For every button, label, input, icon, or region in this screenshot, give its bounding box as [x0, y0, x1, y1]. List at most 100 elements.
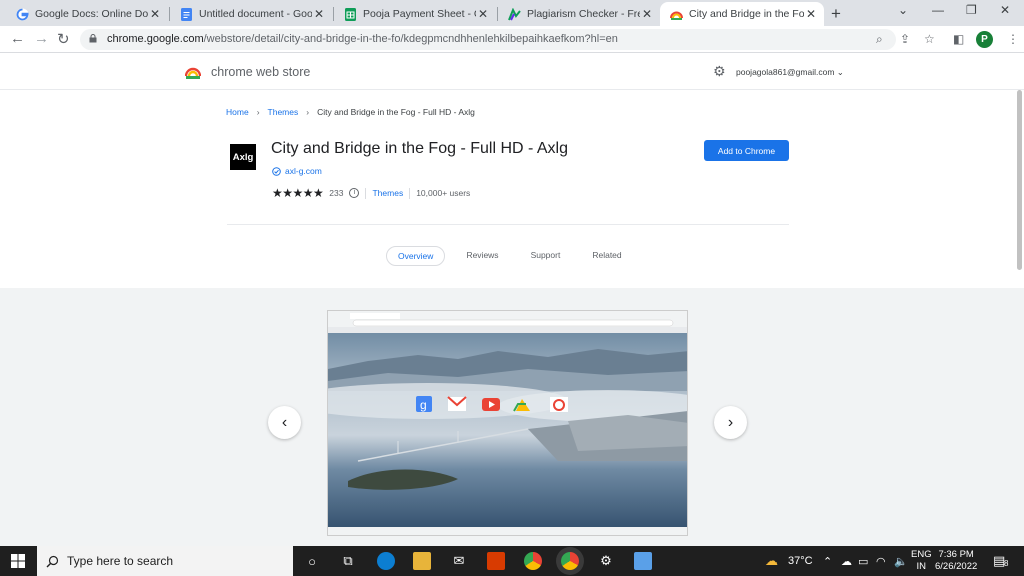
address-bar[interactable]: chrome.google.com/webstore/detail/city-a… — [80, 29, 896, 50]
url-host: chrome.google.com — [107, 33, 204, 45]
chevron-right-icon: › — [256, 107, 260, 117]
temperature[interactable]: 37°C — [788, 555, 813, 567]
tab-google-docs[interactable]: Google Docs: Online Docume ✕ — [6, 2, 168, 26]
edge-icon[interactable] — [377, 552, 395, 570]
chevron-right-icon: › — [306, 107, 310, 117]
store-name[interactable]: chrome web store — [211, 65, 310, 79]
divider — [409, 187, 411, 199]
add-to-chrome-button[interactable]: Add to Chrome — [704, 140, 789, 161]
tab-title: Plagiarism Checker - Free & — [527, 8, 640, 20]
chevron-up-icon[interactable]: ⌃ — [823, 555, 832, 568]
notification-count: 8 — [1004, 559, 1009, 568]
clock-date: 6/26/2022 — [935, 561, 978, 572]
restore-icon[interactable]: ❐ — [966, 3, 977, 17]
chrome-icon[interactable] — [561, 552, 579, 570]
tab-support[interactable]: Support — [520, 246, 572, 266]
cortana-icon[interactable]: ○ — [303, 552, 321, 570]
category-link[interactable]: Themes — [372, 188, 403, 198]
webstore-icon — [670, 8, 683, 21]
minimize-icon[interactable]: — — [932, 3, 944, 17]
breadcrumb: Home › Themes › City and Bridge in the F… — [226, 107, 475, 117]
menu-icon[interactable]: ⋮ — [1007, 32, 1019, 46]
tab-overview[interactable]: Overview — [386, 246, 446, 266]
search-icon — [46, 555, 59, 567]
account-email[interactable]: poojagola861@gmail.com ⌄ — [736, 67, 844, 78]
chrome-profile-icon[interactable] — [524, 552, 542, 570]
weather-icon[interactable]: ☁ — [765, 553, 778, 569]
tab-untitled-document[interactable]: Untitled document - Google ✕ — [170, 2, 332, 26]
tab-title: Untitled document - Google — [199, 8, 312, 20]
tab-reviews[interactable]: Reviews — [455, 246, 509, 266]
task-view-icon[interactable]: ⧉ — [339, 552, 357, 570]
next-arrow-icon[interactable]: › — [714, 406, 747, 439]
close-icon[interactable]: ✕ — [312, 7, 326, 21]
tab-search-icon[interactable]: ⌄ — [898, 3, 908, 17]
close-icon[interactable]: ✕ — [640, 7, 654, 21]
previous-arrow-icon[interactable]: ‹ — [268, 406, 301, 439]
sheets-icon — [344, 7, 357, 21]
clock-time: 7:36 PM — [938, 549, 974, 560]
volume-icon[interactable]: 🔈 — [894, 555, 908, 568]
page-scrollbar[interactable] — [1017, 90, 1022, 270]
taskbar-search[interactable]: Type here to search — [37, 546, 293, 576]
region-code: IN — [916, 561, 927, 572]
windows-start-icon[interactable] — [11, 554, 25, 568]
user-count: 10,000+ users — [416, 188, 471, 198]
close-icon[interactable]: ✕ — [476, 7, 490, 21]
google-icon — [16, 8, 29, 21]
new-tab-button[interactable]: + — [831, 4, 841, 24]
star-rating[interactable]: ★★★★★ — [272, 186, 324, 200]
tab-related[interactable]: Related — [581, 246, 632, 266]
app-window-icon[interactable] — [634, 552, 652, 570]
rating-count[interactable]: 233 — [329, 188, 343, 198]
plagiarism-icon — [508, 7, 521, 21]
tab-payment-sheet[interactable]: Pooja Payment Sheet - Goog ✕ — [334, 2, 496, 26]
bookmark-star-icon[interactable]: ☆ — [924, 32, 935, 46]
settings-icon[interactable]: ⚙ — [597, 552, 615, 570]
lock-icon — [89, 34, 97, 43]
close-window-icon[interactable]: ✕ — [1000, 3, 1010, 17]
language-indicator[interactable]: ENG IN — [911, 549, 932, 573]
close-icon[interactable]: ✕ — [148, 7, 162, 21]
url-path: /webstore/detail/city-and-bridge-in-the-… — [203, 33, 618, 45]
docs-icon — [180, 7, 193, 21]
theme-preview-image: g — [327, 310, 688, 536]
breadcrumb-home[interactable]: Home — [226, 107, 249, 117]
info-icon[interactable]: i — [349, 188, 360, 198]
webstore-logo-icon[interactable] — [185, 64, 201, 80]
mail-icon[interactable]: ✉ — [450, 552, 468, 570]
divider — [365, 187, 367, 199]
cloud-icon[interactable]: ☁ — [841, 555, 852, 568]
verified-icon — [272, 166, 281, 176]
battery-icon[interactable]: ▭ — [858, 555, 868, 568]
back-icon[interactable]: ← — [10, 30, 25, 47]
windows-taskbar: Type here to search ○ ⧉ ✉ ⚙ ☁ 37°C ⌃ ☁ ▭… — [0, 546, 1024, 576]
publisher-link[interactable]: axl-g.com — [272, 166, 322, 176]
forward-icon[interactable]: → — [34, 30, 49, 47]
extension-logo: Axlg — [230, 144, 256, 170]
tab-strip: Google Docs: Online Docume ✕ Untitled do… — [0, 0, 1024, 26]
url-text: chrome.google.com/webstore/detail/city-a… — [107, 33, 618, 45]
close-icon[interactable]: ✕ — [804, 7, 818, 21]
wifi-icon[interactable]: ◠ — [876, 555, 886, 568]
share-icon[interactable]: ⇪ — [900, 32, 910, 46]
detail-tabs: Overview Reviews Support Related — [386, 246, 643, 266]
reload-icon[interactable]: ↻ — [57, 30, 70, 48]
breadcrumb-themes[interactable]: Themes — [268, 107, 299, 117]
language-code: ENG — [911, 549, 932, 560]
tab-city-bridge[interactable]: City and Bridge in the Fog - F ✕ — [660, 2, 824, 26]
file-explorer-icon[interactable] — [413, 552, 431, 570]
clock[interactable]: 7:36 PM 6/26/2022 — [935, 549, 977, 573]
publisher-text: axl-g.com — [285, 166, 322, 176]
browser-toolbar: ← → ↻ chrome.google.com/webstore/detail/… — [0, 26, 1024, 53]
tab-plagiarism-checker[interactable]: Plagiarism Checker - Free & ✕ — [498, 2, 660, 26]
section-divider — [227, 224, 789, 225]
office-icon[interactable] — [487, 552, 505, 570]
side-panel-icon[interactable]: ◧ — [953, 32, 964, 46]
search-placeholder: Type here to search — [67, 554, 174, 568]
svg-text:g: g — [420, 398, 427, 412]
profile-avatar[interactable]: P — [976, 31, 993, 48]
gear-icon[interactable]: ⚙ — [713, 63, 726, 80]
zoom-icon[interactable]: ⌕ — [876, 32, 883, 47]
store-header: chrome web store ⚙ poojagola861@gmail.co… — [0, 54, 1024, 90]
